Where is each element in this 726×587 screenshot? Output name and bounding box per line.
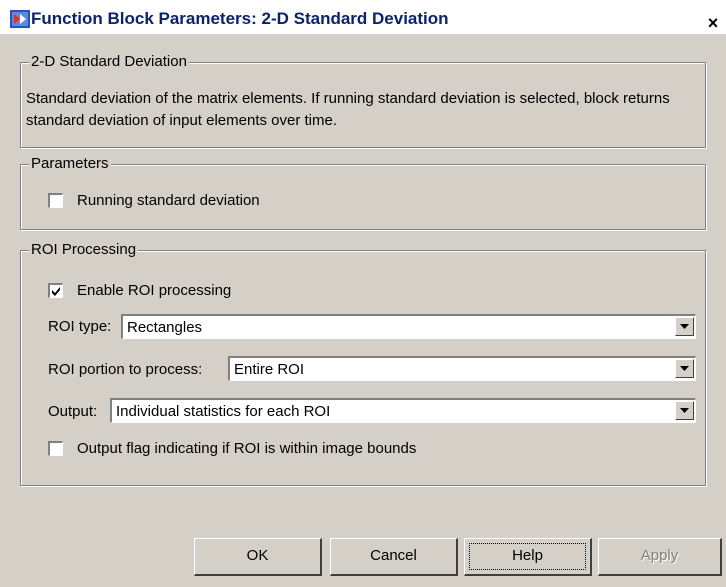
description-group-legend: 2-D Standard Deviation	[29, 53, 189, 70]
apply-button-label: Apply	[640, 547, 679, 564]
roi-type-dropdown-arrow-icon[interactable]	[675, 317, 694, 336]
checkmark-icon	[52, 287, 60, 296]
roi-portion-label: ROI portion to process:	[48, 361, 203, 378]
help-button[interactable]: Help	[464, 538, 592, 576]
output-value: Individual statistics for each ROI	[116, 403, 331, 420]
output-select[interactable]: Individual statistics for each ROI	[110, 398, 696, 423]
simulink-block-icon	[10, 10, 30, 28]
roi-portion-select[interactable]: Entire ROI	[228, 356, 696, 381]
roi-type-select[interactable]: Rectangles	[121, 314, 696, 339]
window-title: Function Block Parameters: 2-D Standard …	[31, 9, 449, 28]
roi-portion-dropdown-arrow-icon[interactable]	[675, 359, 694, 378]
cancel-button-label: Cancel	[370, 547, 417, 564]
help-focus-ring	[469, 543, 586, 570]
output-dropdown-arrow-icon[interactable]	[675, 401, 694, 420]
close-button[interactable]: ×	[704, 14, 722, 32]
roi-type-value: Rectangles	[127, 319, 203, 336]
cancel-button[interactable]: Cancel	[330, 538, 458, 576]
running-std-row[interactable]: Running standard deviation	[48, 192, 260, 209]
roi-portion-value: Entire ROI	[234, 361, 305, 378]
running-std-checkbox[interactable]	[48, 193, 63, 208]
block-description: Standard deviation of the matrix element…	[26, 90, 670, 129]
output-flag-label: Output flag indicating if ROI is within …	[77, 440, 417, 457]
title-bar: Function Block Parameters: 2-D Standard …	[0, 0, 726, 34]
output-label: Output:	[48, 403, 98, 420]
ok-button-label: OK	[246, 547, 269, 564]
parameters-group-legend: Parameters	[29, 155, 111, 172]
apply-button[interactable]: Apply	[598, 538, 722, 576]
output-flag-row[interactable]: Output flag indicating if ROI is within …	[48, 440, 416, 457]
roi-type-label: ROI type:	[48, 318, 112, 335]
ok-button[interactable]: OK	[194, 538, 322, 576]
output-flag-checkbox[interactable]	[48, 441, 63, 456]
enable-roi-row[interactable]: Enable ROI processing	[48, 282, 231, 299]
enable-roi-label: Enable ROI processing	[77, 282, 232, 299]
enable-roi-checkbox[interactable]	[48, 283, 63, 298]
roi-processing-group-legend: ROI Processing	[29, 241, 139, 258]
running-std-label: Running standard deviation	[77, 192, 260, 209]
